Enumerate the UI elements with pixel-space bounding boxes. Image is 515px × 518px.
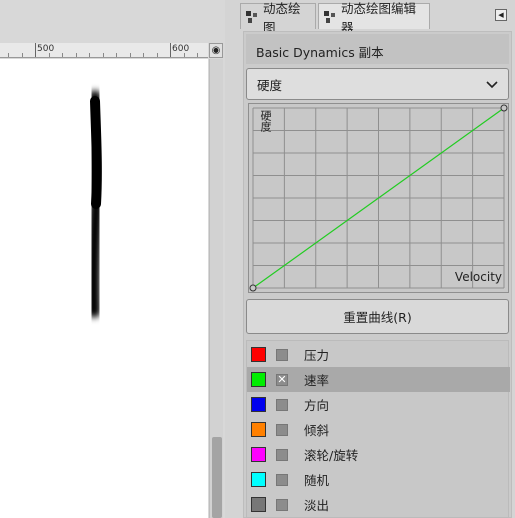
curve-control-point-start (249, 284, 257, 292)
paint-dynamics-icon (245, 10, 259, 24)
curve-control-point-end (500, 104, 508, 112)
input-row[interactable]: 滚轮/旋转 (247, 442, 510, 467)
horizontal-ruler[interactable]: 500 600 (0, 43, 208, 58)
navigate-icon: ◉ (211, 45, 221, 56)
tab-paint-dynamics[interactable]: 动态绘图 (240, 1, 316, 35)
input-color-swatch[interactable] (251, 397, 266, 412)
curve-graph[interactable] (249, 104, 508, 292)
dynamics-editor-panel: Basic Dynamics 副本 硬度 硬度 Velocity 重置曲线(R)… (243, 31, 512, 518)
paint-dynamics-editor-icon (323, 10, 337, 24)
brush-stroke (87, 90, 104, 318)
input-row[interactable]: 方向 (247, 392, 510, 417)
image-canvas-area: 500 600 ◉ (0, 0, 225, 518)
reset-curve-button[interactable]: 重置曲线(R) (246, 299, 509, 334)
input-color-swatch[interactable] (251, 372, 266, 387)
input-color-swatch[interactable] (251, 347, 266, 362)
scrollbar-thumb[interactable] (212, 437, 222, 518)
input-row[interactable]: 随机 (247, 467, 510, 492)
input-checkbox[interactable] (276, 423, 288, 436)
input-label: 压力 (304, 348, 330, 363)
dock-menu-icon: ◀ (498, 11, 504, 19)
output-aspect-select[interactable]: 硬度 (246, 68, 509, 100)
vertical-scrollbar[interactable] (209, 59, 223, 518)
input-checkbox[interactable] (276, 473, 288, 486)
input-row[interactable]: 压力 (247, 342, 510, 367)
input-label: 方向 (304, 398, 330, 413)
input-label: 随机 (304, 473, 330, 488)
input-checkbox[interactable] (276, 498, 288, 511)
ruler-label-600: 600 (172, 44, 190, 54)
dock-tabbar: 动态绘图 动态绘图编辑器 ◀ (240, 1, 515, 35)
input-color-swatch[interactable] (251, 447, 266, 462)
navigate-button[interactable]: ◉ (209, 43, 223, 58)
chevron-down-icon (486, 77, 498, 92)
input-checkbox[interactable] (276, 348, 288, 361)
input-label: 速率 (304, 373, 330, 388)
curve-editor[interactable]: 硬度 Velocity (248, 103, 509, 293)
selected-output-label: 硬度 (257, 77, 283, 93)
input-color-swatch[interactable] (251, 422, 266, 437)
input-label: 淡出 (304, 498, 330, 513)
input-row[interactable]: 淡出 (247, 492, 510, 517)
input-color-swatch[interactable] (251, 497, 266, 512)
input-mapping-list: 压力 ✕ 速率方向倾斜滚轮/旋转随机淡出 (246, 340, 510, 518)
ruler-label-500: 500 (37, 44, 55, 54)
curve-x-label: Velocity (454, 270, 502, 284)
input-checkbox[interactable] (276, 448, 288, 461)
curve-y-label: 硬度 (259, 110, 272, 132)
input-checkbox[interactable]: ✕ (276, 373, 288, 386)
input-checkbox[interactable] (276, 398, 288, 411)
tab-paint-dynamics-editor[interactable]: 动态绘图编辑器 (318, 1, 430, 35)
dock-menu-button[interactable]: ◀ (495, 9, 507, 21)
dynamics-name: Basic Dynamics 副本 (246, 34, 509, 64)
input-label: 滚轮/旋转 (304, 448, 359, 463)
input-row[interactable]: ✕ 速率 (247, 367, 510, 392)
input-row[interactable]: 倾斜 (247, 417, 510, 442)
input-label: 倾斜 (304, 423, 330, 438)
input-color-swatch[interactable] (251, 472, 266, 487)
x-check-icon: ✕ (277, 373, 287, 386)
drawing-canvas[interactable] (0, 59, 208, 518)
